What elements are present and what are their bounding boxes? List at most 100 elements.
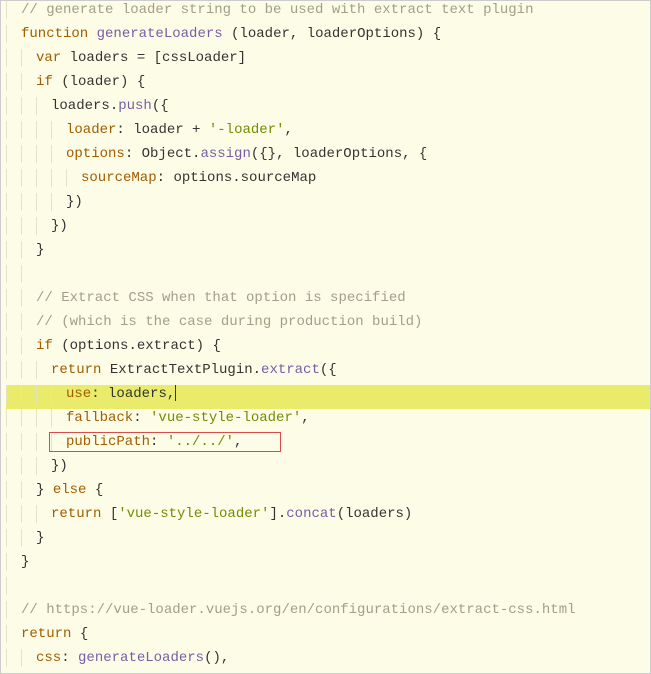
code-content: options: Object.assign({}, loaderOptions… [66,145,427,163]
code-line[interactable]: if (loader) { [6,73,650,97]
code-line[interactable]: options: Object.assign({}, loaderOptions… [6,145,650,169]
code-content: // (which is the case during production … [36,313,422,331]
indent-guides [6,337,36,361]
token: assign [200,146,250,162]
token: ) { [196,338,221,354]
indent-guides [6,265,36,289]
token: '-loader' [209,122,285,138]
token: function [21,26,97,42]
token: : [125,146,142,162]
code-content: loaders.push({ [51,97,169,115]
code-content: } [36,529,44,547]
token: , [284,122,292,138]
indent-guides [6,457,51,481]
code-line[interactable]: return ['vue-style-loader'].concat(loade… [6,505,650,529]
token: options [173,170,232,186]
indent-guides [6,553,21,577]
code-line[interactable] [6,265,650,289]
code-line[interactable]: // Extract CSS when that option is speci… [6,289,650,313]
code-line[interactable]: }) [6,193,650,217]
code-line[interactable] [6,577,650,601]
token: 'vue-style-loader' [150,410,301,426]
code-line[interactable]: css: generateLoaders(), [6,649,650,673]
token: } [36,242,44,258]
code-line[interactable]: // https://vue-loader.vuejs.org/en/confi… [6,601,650,625]
token: // generate loader string to be used wit… [21,2,533,18]
token: else [53,482,95,498]
token: ] [238,50,246,66]
token: : [150,434,167,450]
code-line[interactable]: } [6,553,650,577]
code-line[interactable]: } [6,529,650,553]
token: loaders [51,98,110,114]
token: // Extract CSS when that option is speci… [36,290,406,306]
code-content: // generate loader string to be used wit… [21,1,533,19]
indent-guides [6,481,36,505]
code-line[interactable]: var loaders = [cssLoader] [6,49,650,73]
code-line[interactable]: } [6,241,650,265]
code-line[interactable]: loader: loader + '-loader', [6,121,650,145]
code-content: var loaders = [cssLoader] [36,49,246,67]
token: extract [261,362,320,378]
token: . [128,338,136,354]
code-content: } else { [36,481,103,499]
token: . [253,362,261,378]
token: + [192,122,209,138]
token: ( [223,26,240,42]
token: }) [51,458,68,474]
code-line[interactable]: if (options.extract) { [6,337,650,361]
token: publicPath [66,434,150,450]
token: : [116,122,133,138]
token: ]. [269,506,286,522]
token: } [36,482,53,498]
token: : [157,170,174,186]
indent-guides [6,313,36,337]
token: loaders [108,386,167,402]
token: fallback [66,410,133,426]
token: { [80,626,88,642]
code-editor[interactable]: // generate loader string to be used wit… [1,1,650,673]
code-content: fallback: 'vue-style-loader', [66,409,310,427]
token: , [290,26,307,42]
code-content: } [36,241,44,259]
indent-guides [6,73,36,97]
code-line[interactable]: loaders.push({ [6,97,650,121]
token: css [36,650,61,666]
code-line[interactable]: sourceMap: options.sourceMap [6,169,650,193]
code-content: // Extract CSS when that option is speci… [36,289,406,307]
token: ({}, [251,146,293,162]
code-line[interactable]: } else { [6,481,650,505]
token: options [70,338,129,354]
token: , { [402,146,427,162]
indent-guides [6,361,51,385]
token: ( [337,506,345,522]
code-content: css: generateLoaders(), [36,649,229,667]
token: var [36,50,70,66]
code-line[interactable]: use: loaders, [6,385,650,409]
indent-guides [6,289,36,313]
code-line[interactable]: }) [6,457,650,481]
code-content: sourceMap: options.sourceMap [81,169,316,187]
code-line[interactable]: fallback: 'vue-style-loader', [6,409,650,433]
indent-guides [6,409,66,433]
token: loader [133,122,192,138]
token: extract [137,338,196,354]
token: ) { [416,26,441,42]
indent-guides [6,433,66,457]
indent-guides [6,625,21,649]
token: loaderOptions [307,26,416,42]
indent-guides [6,145,66,169]
token: Object [142,146,192,162]
token: }) [51,218,68,234]
token: push [118,98,152,114]
code-line[interactable]: function generateLoaders (loader, loader… [6,25,650,49]
token: loader [66,122,116,138]
code-line[interactable]: return { [6,625,650,649]
token: ExtractTextPlugin [110,362,253,378]
token: loaders [345,506,404,522]
code-line[interactable]: return ExtractTextPlugin.extract({ [6,361,650,385]
code-line[interactable]: // generate loader string to be used wit… [6,1,650,25]
code-line[interactable]: }) [6,217,650,241]
code-line[interactable]: publicPath: '../../', [6,433,650,457]
code-line[interactable]: // (which is the case during production … [6,313,650,337]
